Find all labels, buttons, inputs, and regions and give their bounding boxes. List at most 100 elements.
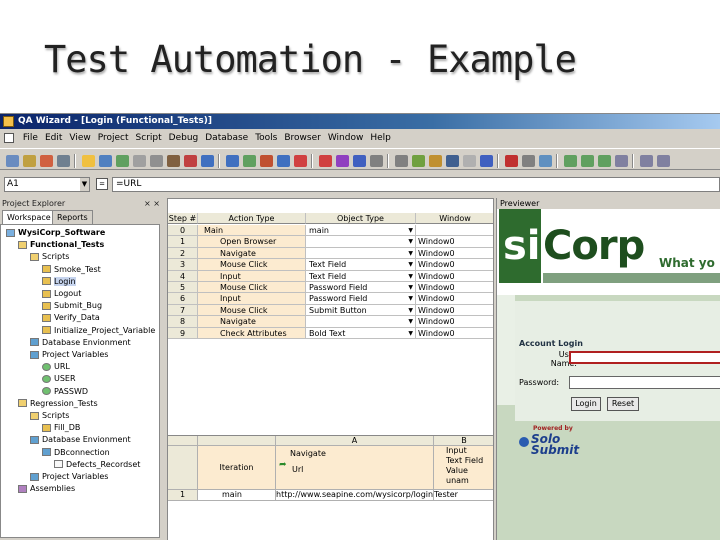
stop-icon[interactable] [336,155,349,167]
row-1-user-cell[interactable]: Tester [434,490,493,501]
step-icon[interactable] [260,155,273,167]
save-all-icon[interactable] [116,155,129,167]
chevron-down-icon[interactable]: ▼ [408,328,413,338]
step-cell-num[interactable]: 7 [168,304,198,317]
menu-window[interactable]: Window [328,133,364,143]
chevron-down-icon[interactable]: ▼ [408,293,413,303]
save-icon[interactable] [99,155,112,167]
next-icon[interactable] [522,155,535,167]
comment-icon[interactable] [657,155,670,167]
step-cell-action[interactable]: Mouse Click [198,259,306,271]
step-cell-num[interactable]: 1 [168,236,198,248]
tree-node[interactable]: Regression_Tests [18,398,98,410]
step-cell-window[interactable]: Window0 [416,282,493,294]
print-icon[interactable] [133,155,146,167]
tree-node[interactable]: WysiCorp_Software [6,227,105,239]
step-cell-window[interactable]: Window0 [416,271,493,282]
tree-node[interactable]: Project Variables [30,349,108,361]
tree-node[interactable]: DBconnection [42,447,110,459]
step-cell-action[interactable]: Navigate [198,316,306,328]
row-1-iteration[interactable]: main [198,490,276,501]
column-header-b[interactable]: B [434,436,493,446]
step-cell-object[interactable]: main ▼ [306,225,416,237]
step-cell-window[interactable]: Window0 [416,305,493,317]
go-icon[interactable] [539,155,552,167]
step-cell-window[interactable]: Window0 [416,316,493,328]
table-row[interactable]: 9 Check Attributes Bold Text ▼ Window0 [168,327,493,339]
step-cell-object[interactable]: Text Field ▼ [306,259,416,271]
properties-icon[interactable] [395,155,408,167]
step-cell-window[interactable]: Window0 [416,328,493,339]
menu-edit[interactable]: Edit [45,133,62,143]
step-cell-num[interactable]: 5 [168,282,198,294]
step-cell-object[interactable]: ▼ [306,236,416,248]
chevron-down-icon[interactable]: ▼ [408,271,413,281]
chevron-down-icon[interactable]: ▼ [408,282,413,292]
breakpoint-icon[interactable] [480,155,493,167]
cell-reference-box[interactable]: A1 [4,177,90,192]
chevron-down-icon[interactable]: ▼ [408,259,413,269]
tree-node[interactable]: Fill_DB [42,422,80,434]
tree-node[interactable]: Defects_Recordset [54,459,140,471]
step-cell-num[interactable]: 3 [168,259,198,271]
menu-help[interactable]: Help [370,133,391,143]
record-icon[interactable] [40,155,53,167]
menu-database[interactable]: Database [205,133,248,143]
step-cell-action[interactable]: Check Attributes [198,327,306,339]
steps-column-header[interactable]: Step # [168,213,198,225]
clear-icon[interactable] [505,155,518,167]
column-header-a[interactable]: A [276,436,434,446]
step-cell-action[interactable]: Main [198,225,306,237]
tab-reports[interactable]: Reports [52,210,93,224]
tree-node[interactable]: Submit_Bug [42,300,102,312]
tree-node[interactable]: Scripts [30,251,69,263]
tree-node[interactable]: Functional_Tests [18,239,104,251]
tree-node[interactable]: USER [42,373,76,385]
step-cell-window[interactable] [416,225,493,237]
step-cell-num[interactable]: 6 [168,293,198,305]
menu-tools[interactable]: Tools [255,133,277,143]
link-icon[interactable] [463,155,476,167]
tree-node[interactable]: Logout [42,288,81,300]
tree-node[interactable]: URL [42,361,70,373]
tree-node[interactable]: Smoke_Test [42,264,101,276]
step-cell-num[interactable]: 0 [168,225,198,237]
menu-script[interactable]: Script [136,133,162,143]
step-cell-object[interactable]: ▼ [306,316,416,328]
watch-icon[interactable] [412,155,425,167]
tree-node[interactable]: Project Variables [30,471,108,483]
chevron-down-icon[interactable]: ▼ [408,305,413,315]
menu-file[interactable]: File [23,133,38,143]
chevron-down-icon[interactable]: ▼ [408,248,413,258]
record-icon[interactable] [294,155,307,167]
step-cell-object[interactable]: Text Field ▼ [306,270,416,282]
chevron-down-icon[interactable]: ▼ [408,236,413,246]
row-1-url-cell[interactable]: http://www.seapine.com/wysicorp/login. [276,490,434,501]
bookmark-next-icon[interactable] [581,155,594,167]
copy-icon[interactable] [167,155,180,167]
table-row[interactable]: 3 Mouse Click Text Field ▼ Window0 [168,259,493,271]
tab-workspace[interactable]: Workspace [2,210,56,225]
password-field[interactable] [569,376,720,389]
user-name-field[interactable] [569,351,720,364]
tree-node[interactable]: Database Envionment [30,434,131,446]
step-cell-action[interactable]: Open Browser [198,236,306,248]
table-row[interactable]: 6 Input Password Field ▼ Window0 [168,293,493,305]
table-row[interactable]: 1 Open Browser ▼ Window0 [168,236,493,248]
scissors-icon[interactable] [150,155,163,167]
indent-icon[interactable] [640,155,653,167]
login-button[interactable]: Login [571,397,601,411]
chevron-down-icon[interactable]: ▼ [408,225,413,235]
step-cell-num[interactable]: 4 [168,270,198,282]
step-cell-object[interactable]: Submit Button ▼ [306,304,416,317]
menu-debug[interactable]: Debug [169,133,199,143]
close-icon[interactable]: × × [144,198,160,209]
folder-open-icon[interactable] [82,155,95,167]
step-cell-num[interactable]: 2 [168,247,198,260]
run-icon[interactable] [277,155,290,167]
debug-icon[interactable] [370,155,383,167]
step-cell-window[interactable]: Window0 [416,293,493,305]
menu-browser[interactable]: Browser [284,133,320,143]
bookmark-prev-icon[interactable] [598,155,611,167]
formula-icon[interactable]: = [96,178,108,190]
